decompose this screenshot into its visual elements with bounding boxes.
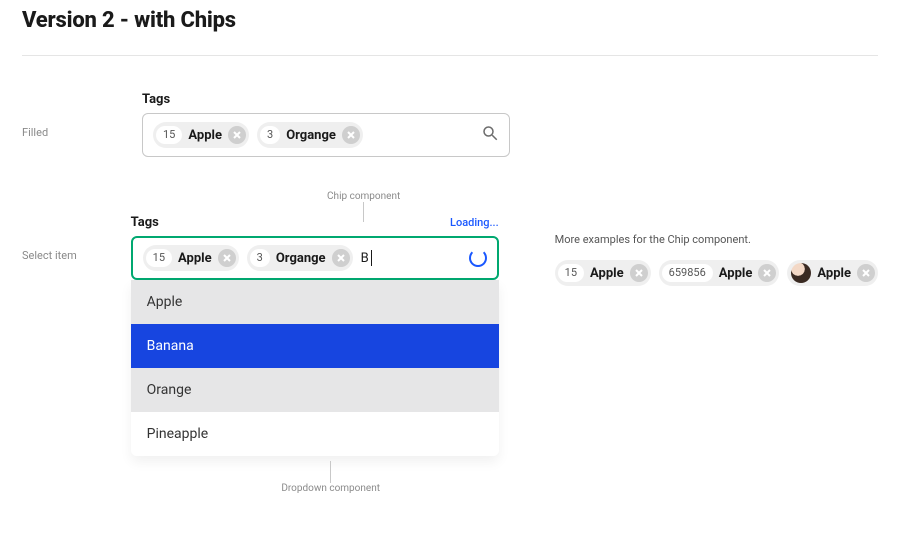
loading-text: Loading... [450, 216, 499, 229]
tags-input[interactable]: 15 Apple 3 Organge B [131, 236, 499, 280]
examples-caption: More examples for the Chip component. [555, 233, 878, 246]
close-icon[interactable] [218, 249, 236, 267]
avatar-icon [791, 263, 811, 283]
row-label-filled: Filled [22, 92, 142, 139]
dropdown-item[interactable]: Pineapple [131, 412, 499, 456]
chip-examples: More examples for the Chip component. 15… [555, 215, 878, 286]
row-filled: Filled Tags 15 Apple 3 Organge [22, 92, 878, 157]
close-icon[interactable] [857, 264, 875, 282]
close-icon[interactable] [332, 249, 350, 267]
chip[interactable]: 15 Apple [555, 260, 651, 286]
chip[interactable]: 3 Organge [257, 122, 363, 148]
text-caret [371, 250, 372, 266]
chip-label: Apple [188, 128, 222, 143]
chip-label: Apple [590, 266, 624, 281]
dropdown: Apple Banana Orange Pineapple [131, 280, 499, 456]
spinner-icon [469, 249, 487, 267]
row-select-item: Select item Chip component Tags Loading.… [22, 215, 878, 456]
chip-label: Apple [817, 266, 851, 281]
tags-text-input[interactable]: B [361, 250, 461, 266]
chip-label: Apple [178, 251, 212, 266]
chip-count: 15 [156, 126, 182, 144]
close-icon[interactable] [342, 126, 360, 144]
chip-label: Apple [719, 266, 753, 281]
chip-label: Organge [276, 251, 326, 266]
chip[interactable]: 659856 Apple [659, 260, 780, 286]
field-label: Tags [142, 92, 510, 107]
chip-count: 3 [250, 249, 270, 267]
field-label-text: Tags [142, 92, 170, 107]
divider [22, 55, 878, 56]
row-label-select: Select item [22, 215, 131, 262]
search-icon[interactable] [481, 124, 499, 146]
chip[interactable]: Apple [787, 260, 878, 286]
chip[interactable]: 15 Apple [143, 245, 239, 271]
dropdown-item[interactable]: Orange [131, 368, 499, 412]
field-label: Tags Loading... [131, 215, 499, 230]
close-icon[interactable] [228, 126, 246, 144]
field-label-text: Tags [131, 215, 159, 230]
close-icon[interactable] [630, 264, 648, 282]
chip-label: Organge [286, 128, 336, 143]
chip-count: 3 [260, 126, 280, 144]
chip-count: 15 [146, 249, 172, 267]
chip[interactable]: 3 Organge [247, 245, 353, 271]
chip-count: 659856 [662, 264, 713, 282]
dropdown-item[interactable]: Apple [131, 280, 499, 324]
annotation-chip: Chip component [319, 191, 409, 222]
annotation-dropdown: Dropdown component [271, 461, 391, 494]
typed-text: B [361, 251, 369, 266]
dropdown-item[interactable]: Banana [131, 324, 499, 368]
close-icon[interactable] [758, 264, 776, 282]
page-title: Version 2 - with Chips [22, 8, 878, 33]
chip[interactable]: 15 Apple [153, 122, 249, 148]
chip-count: 15 [558, 264, 584, 282]
tags-input[interactable]: 15 Apple 3 Organge [142, 113, 510, 157]
